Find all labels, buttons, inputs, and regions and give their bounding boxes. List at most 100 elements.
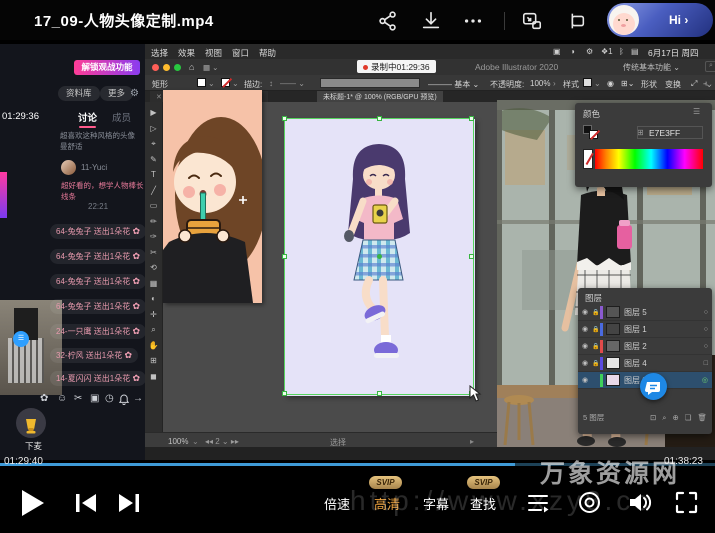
tray-display-icon[interactable]: ▣: [553, 47, 561, 56]
menu-window[interactable]: 窗口: [232, 47, 249, 59]
color-spectrum-bar[interactable]: [595, 149, 703, 169]
download-icon[interactable]: [420, 10, 442, 32]
history-icon[interactable]: ◷: [105, 393, 114, 404]
previous-button[interactable]: [74, 493, 98, 513]
menu-view[interactable]: 视图: [205, 47, 222, 59]
chat-user-avatar[interactable]: [61, 160, 76, 175]
next-button[interactable]: [117, 493, 141, 513]
brush-preview[interactable]: [320, 78, 420, 88]
make-mask-icon[interactable]: ⊕: [672, 413, 678, 422]
artboard-tool-icon[interactable]: ⊞: [150, 353, 157, 369]
selection-handle-s[interactable]: [377, 391, 382, 396]
account-button[interactable]: Hi ›: [607, 3, 713, 37]
layer-row[interactable]: ◉🔒 图层 4□: [578, 355, 712, 372]
menu-help[interactable]: 帮助: [259, 47, 276, 59]
collect-icon[interactable]: ⊡: [650, 413, 656, 422]
video-frame[interactable]: 选择 效果 视图 窗口 帮助 ▣ ◑ ⚙ ❖1 ᛒ ▤ 6月17日 周四 22:…: [0, 44, 715, 460]
target-icon[interactable]: ○: [704, 309, 708, 316]
send-flower-icon[interactable]: ✿: [40, 393, 48, 404]
zoom-tool-icon[interactable]: ⌕: [151, 322, 155, 338]
visibility-icon[interactable]: ◉: [582, 376, 592, 384]
brush-tool-icon[interactable]: ✑: [150, 229, 157, 245]
lock-icon[interactable]: 🔒: [592, 343, 600, 350]
fill-stroke-indicator[interactable]: ◼: [150, 369, 157, 385]
clip-icon[interactable]: ✂: [74, 393, 82, 404]
visibility-icon[interactable]: ◉: [582, 308, 592, 316]
scissors-tool-icon[interactable]: ✂: [150, 245, 157, 261]
expand-arrow-icon[interactable]: →: [133, 393, 143, 404]
doc-setup-icon[interactable]: ◉: [607, 79, 614, 88]
tray-keyboard-icon[interactable]: ▤: [631, 47, 639, 56]
rectangle-tool-icon[interactable]: ▭: [150, 198, 158, 214]
brush-basic-dropdown[interactable]: ——— 基本 ⌄: [428, 79, 479, 90]
target-icon[interactable]: ◎: [702, 376, 708, 384]
panel-menu-icon[interactable]: ☰: [693, 107, 700, 116]
more-icon[interactable]: [462, 10, 484, 32]
selection-handle-ne[interactable]: [469, 116, 474, 121]
delete-layer-icon[interactable]: 🗑: [697, 413, 707, 422]
play-button[interactable]: [18, 488, 46, 518]
target-icon[interactable]: □: [704, 360, 708, 367]
close-window-button[interactable]: [152, 64, 159, 71]
tray-bluetooth-icon[interactable]: ᛒ: [619, 47, 624, 56]
layer-row[interactable]: ◉🔒 图层 1○: [578, 321, 712, 338]
workspace-switcher[interactable]: 传统基本功能 ⌄: [623, 62, 680, 73]
minimize-window-button[interactable]: [163, 64, 170, 71]
selection-handle-sw[interactable]: [282, 391, 287, 396]
new-layer-icon[interactable]: ❏: [685, 413, 692, 422]
lock-icon[interactable]: 🔒: [592, 309, 600, 316]
artboard-peach[interactable]: [163, 90, 262, 303]
library-button[interactable]: 资料库: [58, 86, 100, 101]
tray-toggle-icon[interactable]: ◑: [570, 47, 575, 56]
shape-label[interactable]: 形状: [641, 79, 657, 90]
type-tool-icon[interactable]: T: [151, 167, 156, 183]
ai-search-field[interactable]: ⌕: [705, 61, 715, 72]
isolate-icon[interactable]: ⤢: [691, 79, 697, 89]
search-layer-icon[interactable]: ⌕: [662, 413, 666, 423]
tab-document-2[interactable]: 未标题-1* @ 100% (RGB/GPU 预览): [317, 91, 443, 102]
pen-tool-icon[interactable]: ✎: [150, 152, 157, 168]
menu-effect[interactable]: 效果: [178, 47, 195, 59]
layer-row[interactable]: ◉🔒 图层 2○: [578, 338, 712, 355]
share-icon[interactable]: [377, 10, 399, 32]
direct-select-tool-icon[interactable]: ▷: [150, 121, 156, 137]
view-mode-dropdown[interactable]: ▦ ⌄: [203, 63, 218, 72]
artboard-navigation[interactable]: ◂◂ 2 ⌄ ▸▸: [205, 437, 239, 446]
opacity-value[interactable]: 100%: [530, 79, 550, 88]
fill-swatch[interactable]: [197, 78, 206, 87]
target-icon[interactable]: ○: [704, 326, 708, 333]
selection-handle-nw[interactable]: [282, 116, 287, 121]
pencil-tool-icon[interactable]: ✏: [150, 214, 157, 230]
selection-handle-e[interactable]: [469, 254, 474, 259]
line-tool-icon[interactable]: ╱: [151, 183, 156, 199]
selection-handle-n[interactable]: [377, 116, 382, 121]
tray-settings-icon[interactable]: ⚙: [586, 47, 593, 56]
bili-chat-badge[interactable]: ☰: [13, 331, 29, 347]
unlock-banner[interactable]: 解锁观战功能: [74, 60, 140, 75]
mini-player-icon[interactable]: [565, 10, 587, 32]
lock-icon[interactable]: 🔒: [592, 326, 600, 333]
gradient-tool-icon[interactable]: ◐: [151, 291, 156, 307]
tab-members[interactable]: 成员: [112, 110, 131, 124]
selection-tool-icon[interactable]: ▶: [150, 105, 156, 121]
stroke-swatch[interactable]: [221, 78, 230, 87]
menu-select[interactable]: 选择: [151, 47, 168, 59]
tab-discussion[interactable]: 讨论: [78, 110, 97, 124]
visibility-icon[interactable]: ◉: [582, 359, 592, 367]
layer-row[interactable]: ◉🔒 图层 5○: [578, 304, 712, 321]
visibility-icon[interactable]: ◉: [582, 342, 592, 350]
hand-tool-icon[interactable]: ✋: [149, 338, 159, 354]
transform-label[interactable]: 变换: [665, 79, 681, 90]
grid-icon[interactable]: ⊞⌄: [621, 79, 634, 88]
eyedropper-tool-icon[interactable]: ✛: [150, 307, 157, 323]
zoom-level[interactable]: 100%: [168, 437, 188, 446]
stroke-width-dropdown[interactable]: —— ⌄: [280, 79, 305, 88]
home-icon[interactable]: ⌂: [189, 62, 194, 72]
chat-settings-icon[interactable]: ⚙: [130, 88, 139, 99]
magic-wand-tool-icon[interactable]: ⌖: [151, 136, 156, 152]
mic-user-avatar[interactable]: [16, 408, 46, 438]
style-swatch[interactable]: [583, 78, 592, 87]
selection-handle-w[interactable]: [282, 254, 287, 259]
maximize-window-button[interactable]: [174, 64, 181, 71]
tray-chat-icon[interactable]: ❖1: [601, 47, 613, 56]
